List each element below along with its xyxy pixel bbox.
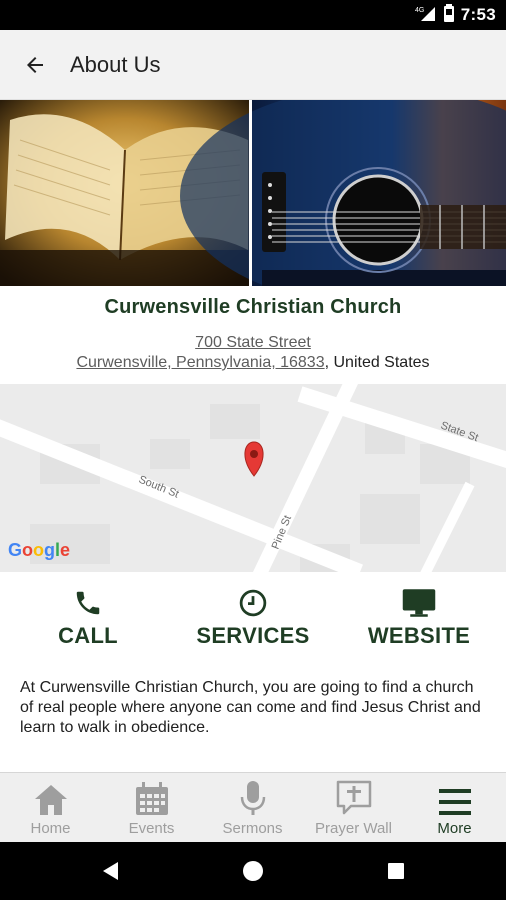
- svg-text:4G: 4G: [415, 7, 424, 14]
- call-button[interactable]: CALL: [8, 586, 168, 656]
- nav-item-sermons[interactable]: Sermons: [202, 773, 303, 843]
- system-recents-button[interactable]: [366, 842, 426, 900]
- status-icons: 4G 7:53: [415, 0, 496, 30]
- square-recents-icon: [388, 863, 404, 879]
- signal-icon: 4G: [415, 4, 437, 27]
- nav-item-more[interactable]: More: [404, 773, 505, 843]
- nav-label-more: More: [437, 820, 472, 837]
- action-bar: CALL SERVICES WEBSITE: [0, 586, 506, 656]
- about-description: At Curwensville Christian Church, you ar…: [20, 679, 481, 736]
- menu-icon: [404, 773, 505, 817]
- bottom-nav: Home Events Sermons Prayer Wall More: [0, 772, 506, 842]
- nav-label-home: Home: [30, 820, 71, 837]
- google-logo: Google: [8, 540, 70, 560]
- status-time: 7:53: [460, 5, 496, 24]
- nav-label-sermons: Sermons: [222, 820, 283, 837]
- circle-home-icon: [243, 861, 263, 881]
- nav-item-home[interactable]: Home: [0, 773, 101, 843]
- monitor-icon: [339, 586, 499, 620]
- nav-item-events[interactable]: Events: [101, 773, 202, 843]
- call-label: CALL: [58, 623, 118, 648]
- battery-icon: [443, 3, 455, 27]
- app-bar: About Us: [0, 30, 506, 100]
- system-nav-bar: [0, 842, 506, 900]
- calendar-icon: [101, 773, 202, 817]
- website-label: WEBSITE: [367, 623, 471, 648]
- home-icon: [0, 773, 101, 817]
- address-city-line: Curwensville, Pennsylvania, 16833, Unite…: [0, 354, 506, 372]
- system-back-button[interactable]: [81, 842, 141, 900]
- system-home-button[interactable]: [223, 842, 283, 900]
- page-title: About Us: [70, 51, 161, 77]
- back-button[interactable]: [0, 30, 70, 100]
- hero-image: [0, 100, 506, 286]
- church-name: Curwensville Christian Church: [104, 296, 402, 318]
- status-bar: 4G 7:53: [0, 0, 506, 30]
- clock-icon: [173, 586, 333, 620]
- nav-item-prayer-wall[interactable]: Prayer Wall: [303, 773, 404, 843]
- phone-icon: [8, 586, 168, 620]
- back-arrow-icon: [27, 56, 43, 73]
- address-city-link[interactable]: Curwensville, Pennsylvania, 16833: [76, 354, 324, 371]
- address-street-line: 700 State Street: [0, 334, 506, 352]
- address-country: , United States: [324, 354, 430, 371]
- services-label: SERVICES: [196, 623, 310, 648]
- prayer-bubble-icon: [303, 773, 404, 817]
- map-view[interactable]: State St South St Pine St Google: [0, 384, 506, 572]
- triangle-back-icon: [103, 862, 118, 880]
- services-button[interactable]: SERVICES: [173, 586, 333, 656]
- nav-label-prayer-wall: Prayer Wall: [315, 820, 392, 837]
- address-street-link[interactable]: 700 State Street: [195, 334, 311, 351]
- website-button[interactable]: WEBSITE: [339, 586, 499, 656]
- microphone-icon: [202, 773, 303, 817]
- nav-label-events: Events: [128, 820, 175, 837]
